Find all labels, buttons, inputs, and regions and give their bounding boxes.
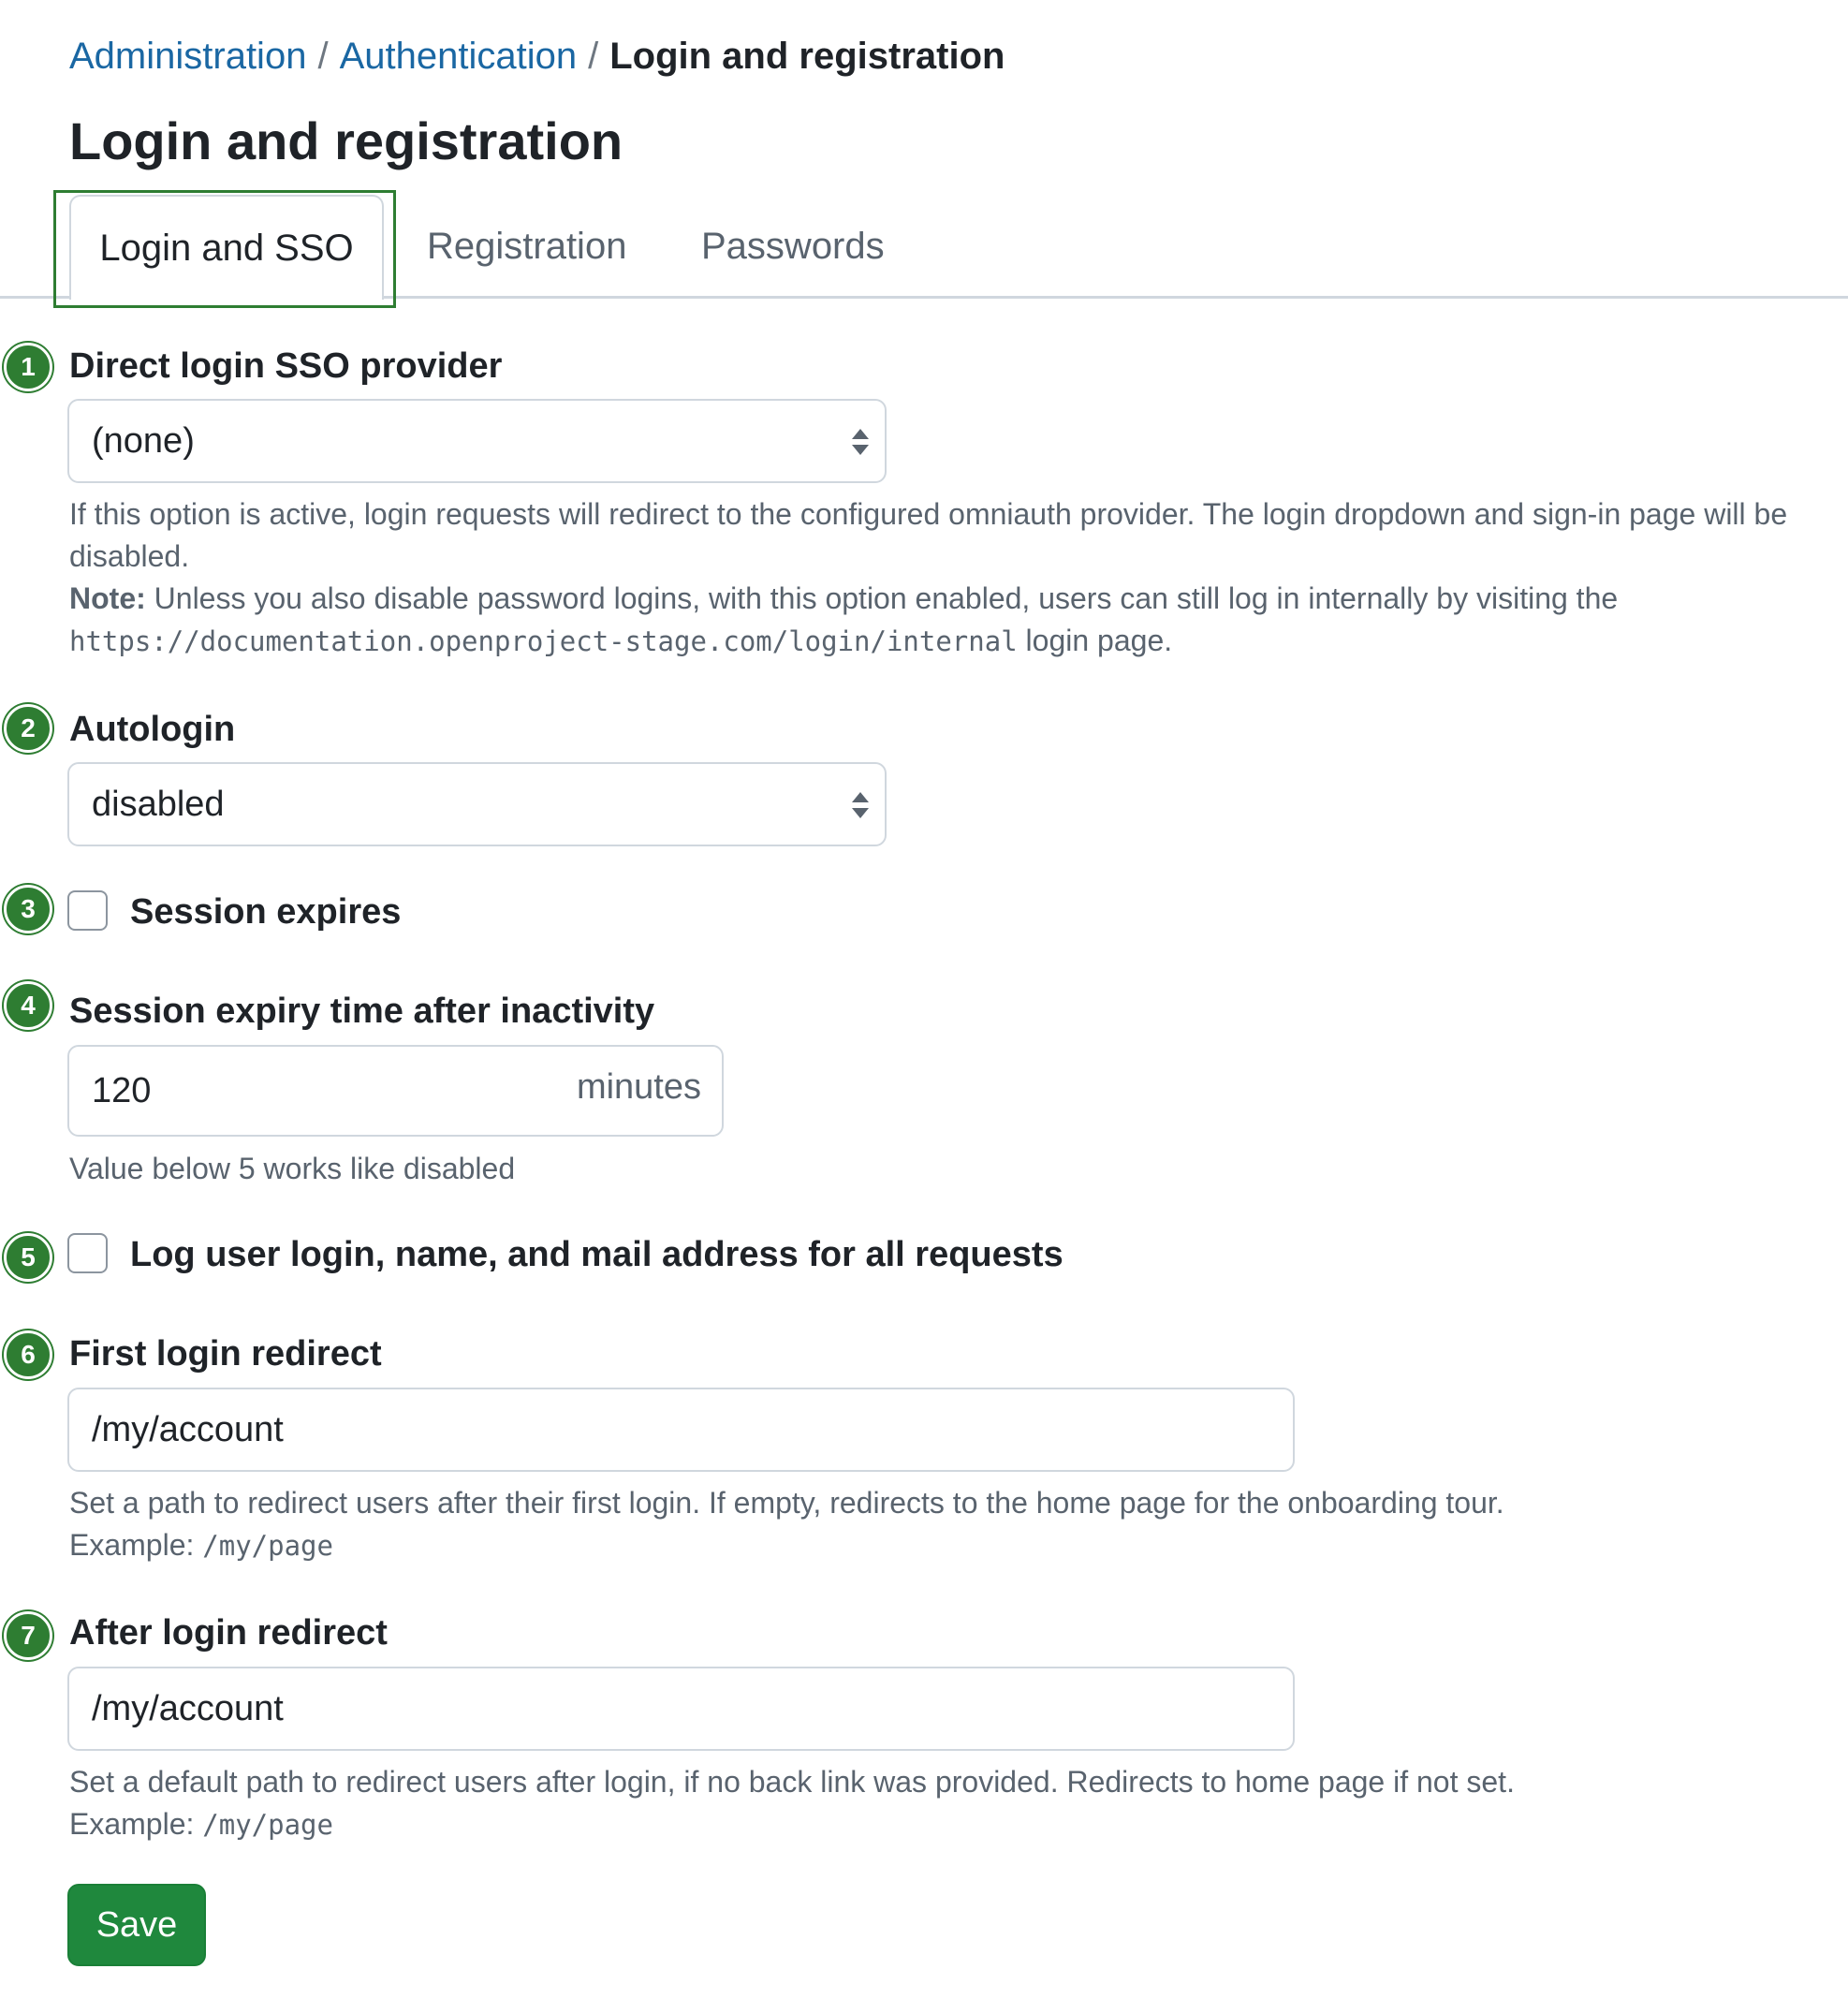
- session-expiry-time-input[interactable]: 120 minutes: [67, 1045, 724, 1137]
- first-login-redirect-help-text: Set a path to redirect users after their…: [69, 1486, 1504, 1520]
- after-login-redirect-example: Example: /my/page: [69, 1803, 1811, 1846]
- callout-badge-4: 4: [4, 981, 52, 1030]
- autologin-label: Autologin: [69, 710, 236, 749]
- log-user-checkbox[interactable]: [67, 1233, 108, 1273]
- example-value: /my/page: [202, 1530, 333, 1562]
- callout-badge-3: 3: [4, 885, 52, 933]
- note-text: Unless you also disable password logins,…: [145, 581, 1619, 615]
- sso-provider-label: Direct login SSO provider: [69, 346, 503, 386]
- first-login-redirect-label: First login redirect: [69, 1334, 382, 1374]
- log-user-label[interactable]: Log user login, name, and mail address f…: [130, 1233, 1063, 1276]
- sso-provider-select[interactable]: (none): [67, 399, 887, 483]
- first-login-redirect-input[interactable]: /my/account: [67, 1388, 1295, 1472]
- example-label: Example:: [69, 1807, 203, 1841]
- first-login-redirect-value: /my/account: [92, 1410, 284, 1449]
- tab-login-and-sso[interactable]: Login and SSO: [69, 195, 384, 300]
- example-value: /my/page: [202, 1809, 333, 1841]
- breadcrumb-link-authentication[interactable]: Authentication: [340, 36, 578, 77]
- session-expiry-time-label: Session expiry time after inactivity: [69, 992, 655, 1031]
- after-login-redirect-input[interactable]: /my/account: [67, 1667, 1295, 1751]
- tab-passwords[interactable]: Passwords: [701, 195, 885, 298]
- session-expires-label[interactable]: Session expires: [130, 890, 401, 933]
- sso-provider-note: Note: Unless you also disable password l…: [69, 578, 1811, 663]
- tab-registration[interactable]: Registration: [427, 195, 626, 298]
- save-button[interactable]: Save: [67, 1884, 206, 1966]
- up-down-caret-icon: [852, 792, 869, 818]
- page-title: Login and registration: [69, 111, 623, 170]
- session-expiry-time-value: 120: [92, 1071, 152, 1110]
- minutes-suffix: minutes: [576, 1067, 701, 1107]
- autologin-value: disabled: [92, 785, 225, 824]
- session-expires-checkbox[interactable]: [67, 890, 108, 931]
- first-login-redirect-help: Set a path to redirect users after their…: [69, 1482, 1811, 1567]
- session-expiry-time-help: Value below 5 works like disabled: [69, 1152, 516, 1185]
- sso-provider-value: (none): [92, 421, 195, 461]
- example-label: Example:: [69, 1528, 203, 1562]
- internal-login-url: https://documentation.openproject-stage.…: [69, 625, 1018, 657]
- breadcrumb-current: Login and registration: [609, 36, 1005, 77]
- breadcrumb-separator: /: [317, 36, 329, 77]
- note-suffix: login page.: [1017, 624, 1173, 657]
- after-login-redirect-value: /my/account: [92, 1689, 284, 1728]
- note-label: Note:: [69, 581, 146, 615]
- up-down-caret-icon: [852, 429, 869, 455]
- callout-badge-7: 7: [4, 1611, 52, 1660]
- callout-badge-1: 1: [4, 343, 52, 391]
- after-login-redirect-help-text: Set a default path to redirect users aft…: [69, 1765, 1515, 1799]
- callout-badge-6: 6: [4, 1330, 52, 1379]
- sso-provider-help-text: If this option is active, login requests…: [69, 497, 1788, 573]
- callout-badge-2: 2: [4, 704, 52, 753]
- autologin-select[interactable]: disabled: [67, 762, 887, 846]
- after-login-redirect-help: Set a default path to redirect users aft…: [69, 1761, 1811, 1846]
- breadcrumb-separator: /: [588, 36, 599, 77]
- breadcrumb: Administration / Authentication / Login and …: [69, 34, 1005, 79]
- callout-badge-5: 5: [4, 1233, 52, 1282]
- first-login-redirect-example: Example: /my/page: [69, 1524, 1811, 1567]
- after-login-redirect-label: After login redirect: [69, 1613, 388, 1653]
- breadcrumb-link-administration[interactable]: Administration: [69, 36, 306, 77]
- sso-provider-help: If this option is active, login requests…: [69, 493, 1811, 663]
